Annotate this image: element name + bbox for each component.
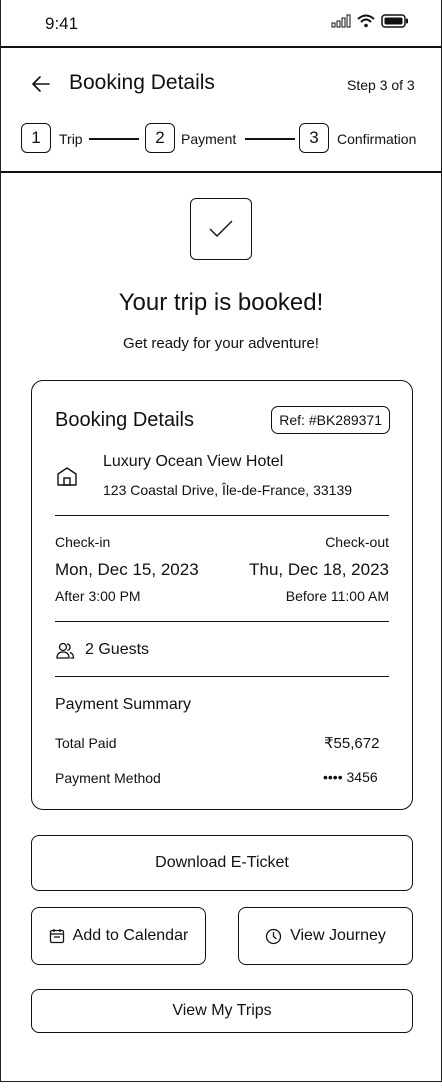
success-badge [190,198,252,260]
clock-icon [265,928,282,944]
checkout-date: Thu, Dec 18, 2023 [249,560,389,579]
checkout-time: Before 11:00 AM [285,588,389,604]
step-3-number: 3 [299,123,329,153]
booking-card-title: Booking Details [55,409,194,431]
hotel-icon [57,467,77,486]
checkin-date: Mon, Dec 15, 2023 [55,560,199,579]
download-eticket-label: Download E-Ticket [155,854,289,871]
status-bar: 9:41 [1,0,441,46]
header: Booking Details Step 3 of 3 1 Trip 2 Pay… [1,46,441,173]
calendar-icon [49,929,64,944]
guest-count: 2 Guests [85,641,150,658]
checkin-time: After 3:00 PM [55,588,141,604]
checkout-label: Check-out [325,534,389,550]
back-arrow-icon[interactable] [29,72,53,96]
hotel-name: Luxury Ocean View Hotel [103,453,284,470]
battery-icon [381,14,408,28]
step-3-label: Confirmation [337,131,417,147]
wifi-icon [357,14,375,28]
status-icons [331,14,409,28]
view-my-trips-button[interactable]: View My Trips [31,989,413,1033]
signal-icon [331,14,351,28]
booking-reference: Ref: #BK289371 [271,406,390,434]
confirmation-subline: Get ready for your adventure! [123,335,319,352]
add-to-calendar-label: Add to Calendar [72,927,189,944]
booking-card: Booking Details Ref: #BK289371 Luxury Oc… [31,380,413,810]
guests-icon [56,642,75,659]
payment-method-label: Payment Method [55,770,161,786]
checkmark-icon [209,220,233,237]
step-connector [89,138,139,140]
step-2-number: 2 [145,123,175,153]
page-title: Booking Details [69,71,215,94]
checkin-label: Check-in [55,534,111,550]
download-eticket-button[interactable]: Download E-Ticket [31,835,413,891]
payment-method-value: •••• 3456 [323,769,378,785]
step-2-label: Payment [181,131,237,147]
progress-stepper: 1 Trip 2 Payment 3 Confirmation [21,123,431,155]
step-connector [245,138,295,140]
view-journey-label: View Journey [290,927,386,944]
divider [55,515,389,516]
divider [55,621,389,622]
step-indicator: Step 3 of 3 [347,77,415,93]
hotel-address: 123 Coastal Drive, Île-de-France, 33139 [103,482,353,498]
add-to-calendar-button[interactable]: Add to Calendar [31,907,206,965]
payment-summary-title: Payment Summary [55,696,192,713]
total-paid-value: ₹55,672 [324,735,380,752]
view-journey-button[interactable]: View Journey [238,907,413,965]
app-screen: 9:41 Booking Details Step 3 of 3 1 Trip … [0,0,442,1082]
view-my-trips-label: View My Trips [172,1002,272,1019]
divider [55,676,389,677]
confirmation-headline: Your trip is booked! [118,289,324,316]
total-paid-label: Total Paid [55,735,117,751]
step-1-label: Trip [59,131,83,147]
step-1-number: 1 [21,123,51,153]
status-time: 9:41 [45,14,79,33]
